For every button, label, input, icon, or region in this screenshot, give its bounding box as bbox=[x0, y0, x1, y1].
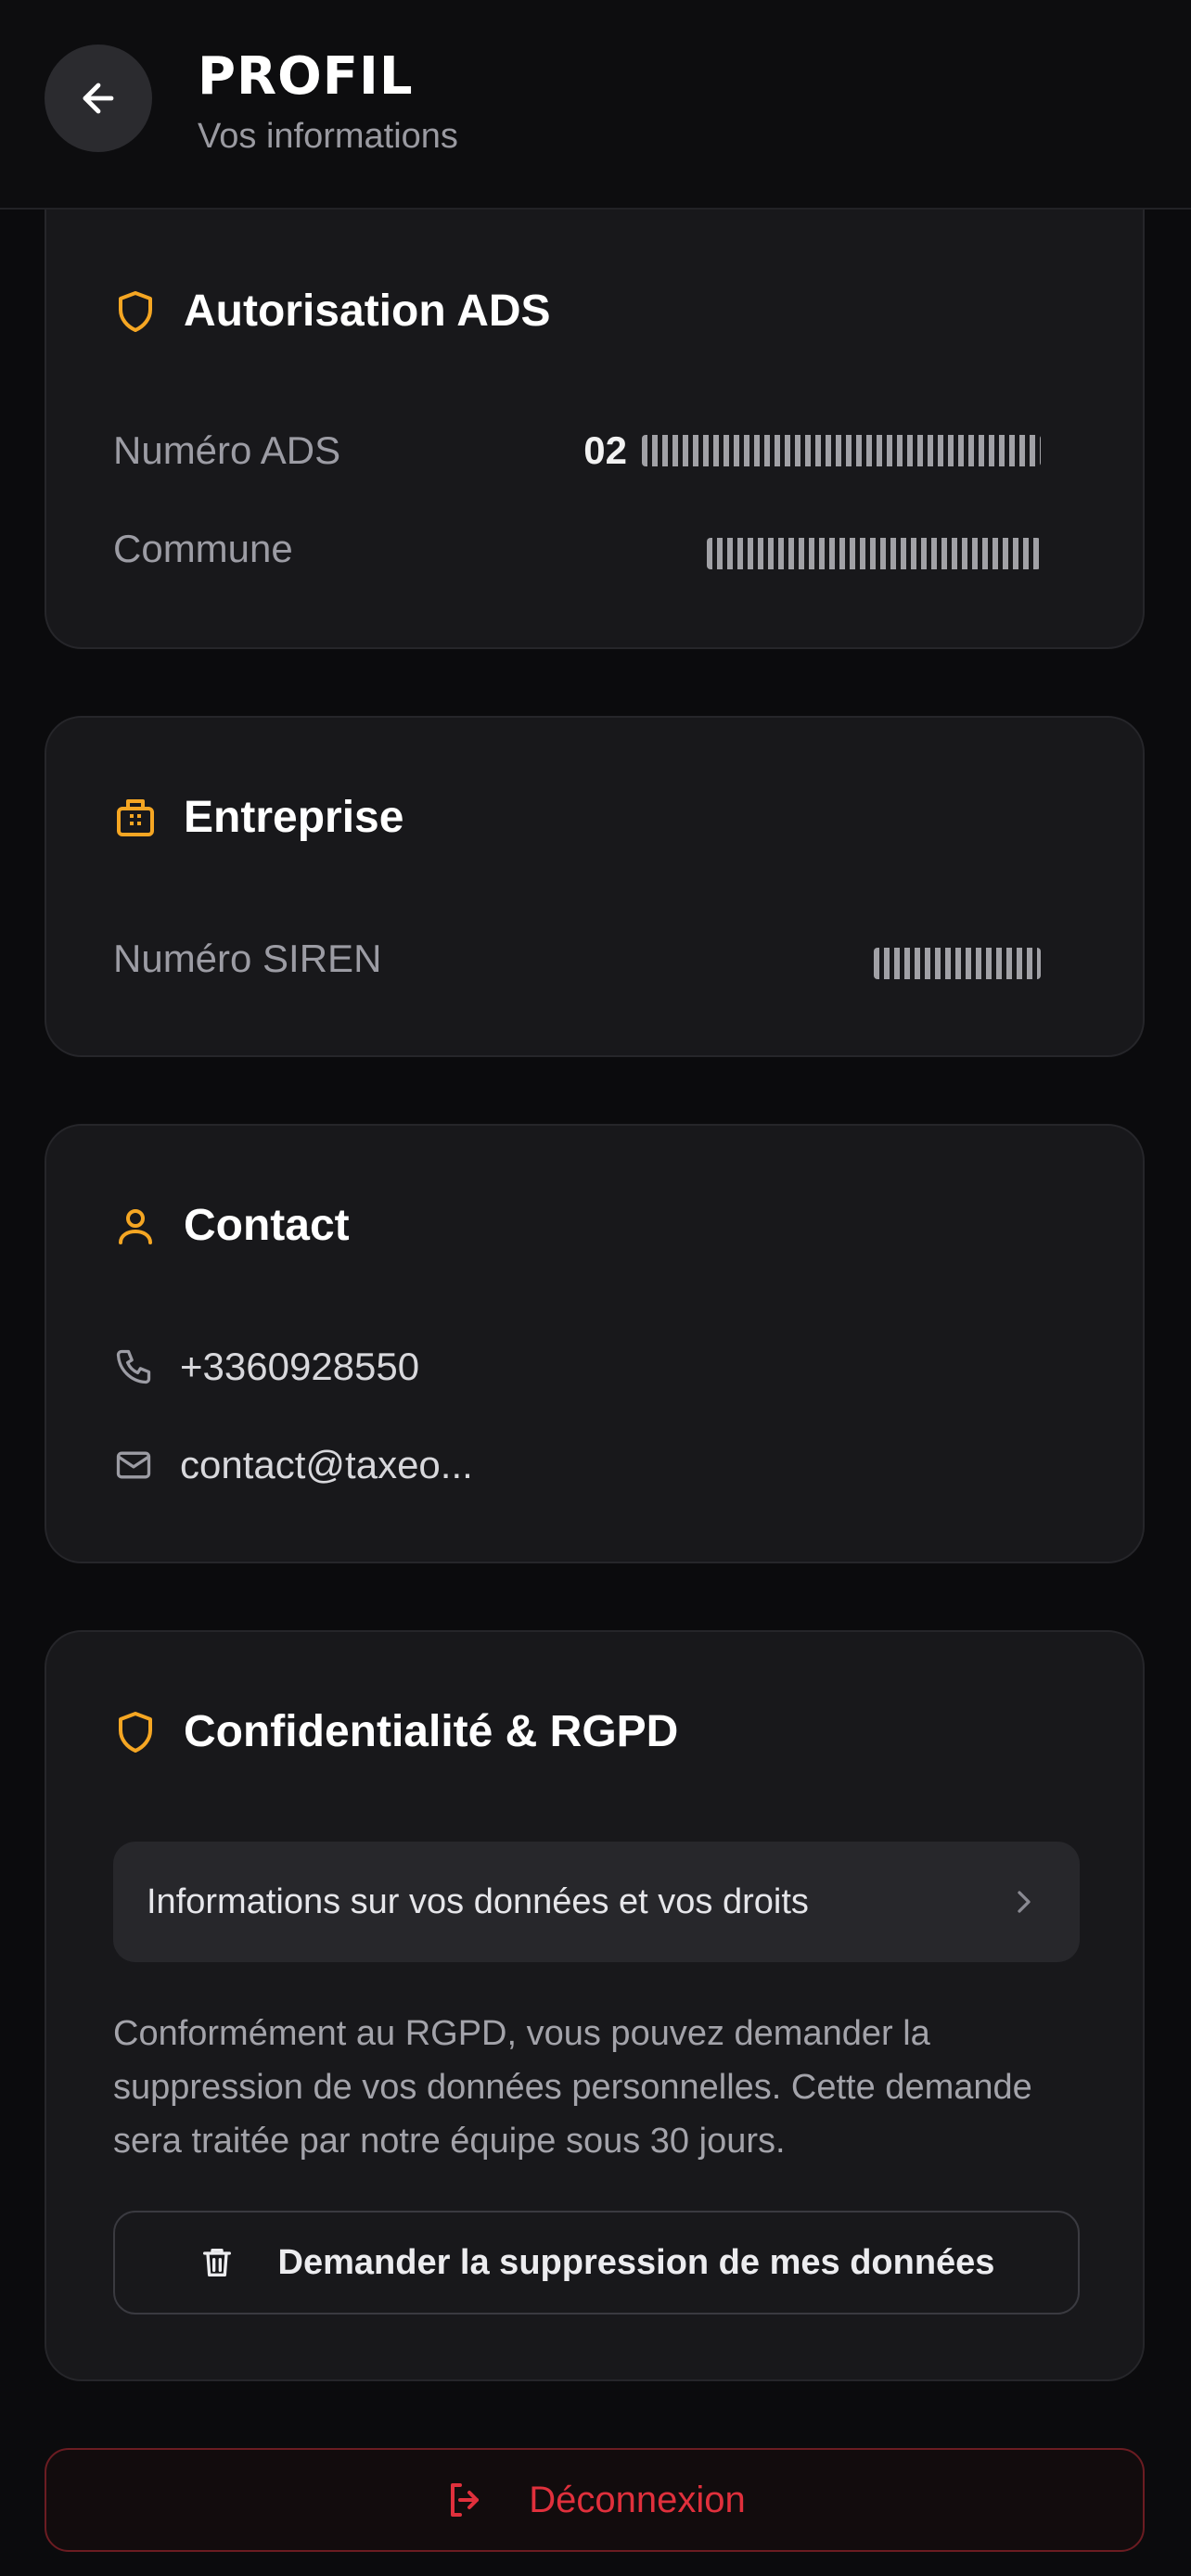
commune-value bbox=[707, 529, 1041, 573]
siren-label: Numéro SIREN bbox=[113, 937, 382, 980]
user-icon bbox=[119, 1208, 152, 1244]
logout-icon bbox=[451, 2483, 480, 2517]
contact-card-header: Contact bbox=[113, 1200, 350, 1251]
back-arrow-icon bbox=[83, 83, 114, 114]
phone-icon bbox=[116, 1349, 151, 1384]
building-icon bbox=[117, 798, 154, 836]
chevron-right-icon bbox=[1018, 1891, 1031, 1913]
contact-email-row[interactable]: contact@taxeo... bbox=[113, 1443, 473, 1487]
contact-email: contact@taxeo... bbox=[180, 1443, 473, 1486]
ads-number-value: 02 bbox=[583, 428, 1041, 473]
mail-icon bbox=[116, 1451, 151, 1479]
redacted-value bbox=[642, 435, 1041, 466]
ads-card: Autorisation ADS Numéro ADS 02 Commune bbox=[45, 210, 1145, 649]
entreprise-card-header: Entreprise bbox=[113, 792, 403, 843]
app-header: PROFIL Vos informations bbox=[0, 0, 1191, 210]
ads-number-prefix: 02 bbox=[583, 428, 627, 472]
request-deletion-button[interactable]: Demander la suppression de mes données bbox=[113, 2211, 1080, 2315]
ads-number-label: Numéro ADS bbox=[113, 428, 341, 472]
page-title: PROFIL bbox=[198, 46, 414, 107]
entreprise-card-title: Entreprise bbox=[184, 793, 404, 842]
siren-value bbox=[874, 938, 1041, 983]
trash-icon bbox=[202, 2249, 231, 2276]
shield-icon bbox=[119, 290, 152, 332]
contact-phone-row[interactable]: +3360928550 bbox=[113, 1345, 419, 1389]
rgpd-card: Confidentialité & RGPD Informations sur … bbox=[45, 1630, 1145, 2381]
redacted-value bbox=[874, 947, 1041, 979]
data-rights-info-button[interactable]: Informations sur vos données et vos droi… bbox=[113, 1842, 1080, 1962]
logout-button[interactable]: Déconnexion bbox=[45, 2448, 1145, 2552]
entreprise-card: Entreprise Numéro SIREN bbox=[45, 716, 1145, 1057]
shield-icon bbox=[119, 1711, 152, 1753]
contact-card: Contact +3360928550 contact@taxeo... bbox=[45, 1124, 1145, 1563]
ads-card-header: Autorisation ADS bbox=[113, 286, 551, 337]
back-button[interactable] bbox=[45, 45, 152, 152]
redacted-value bbox=[707, 537, 1041, 569]
contact-card-title: Contact bbox=[184, 1201, 350, 1250]
ads-card-title: Autorisation ADS bbox=[184, 287, 551, 336]
rgpd-card-header: Confidentialité & RGPD bbox=[113, 1706, 678, 1757]
request-deletion-label: Demander la suppression de mes données bbox=[277, 2242, 995, 2282]
commune-label: Commune bbox=[113, 527, 293, 570]
contact-phone: +3360928550 bbox=[180, 1345, 420, 1388]
rgpd-card-title: Confidentialité & RGPD bbox=[184, 1707, 679, 1756]
page-subtitle: Vos informations bbox=[198, 117, 458, 156]
data-rights-info-label: Informations sur vos données et vos droi… bbox=[147, 1881, 809, 1921]
rgpd-description: Conformément au RGPD, vous pouvez demand… bbox=[113, 2014, 1032, 2161]
logout-label: Déconnexion bbox=[529, 2479, 746, 2520]
